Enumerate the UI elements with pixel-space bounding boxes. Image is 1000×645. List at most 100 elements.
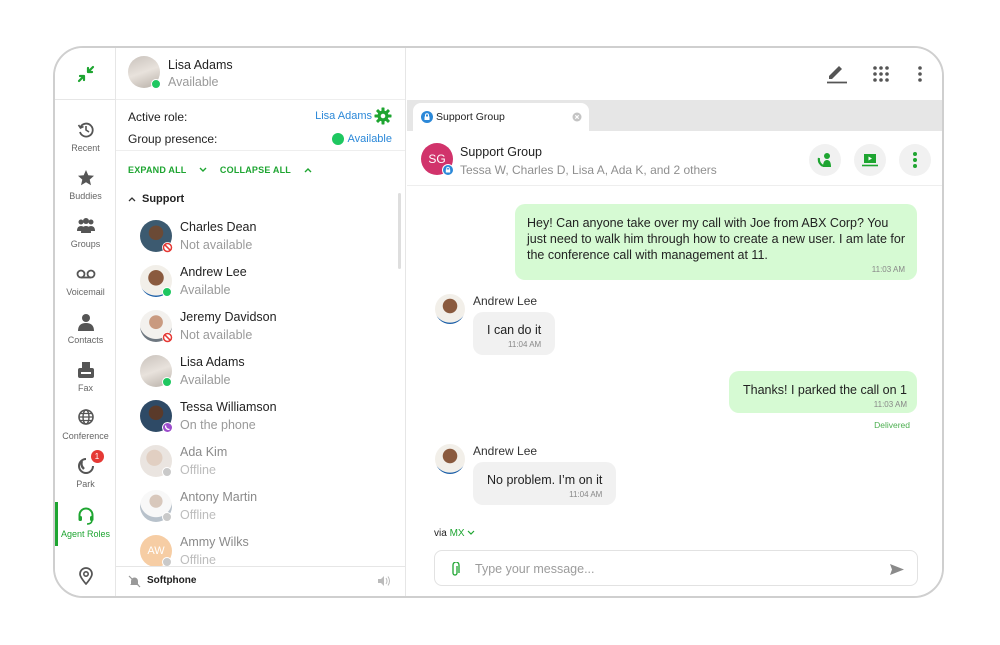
notifications-muted-button[interactable] bbox=[127, 574, 141, 588]
sender-avatar bbox=[435, 294, 465, 324]
presence-available-icon bbox=[162, 287, 172, 297]
chevron-down-icon bbox=[199, 167, 207, 172]
nav-item-voicemail[interactable]: Voicemail bbox=[55, 264, 116, 310]
more-options-button[interactable] bbox=[916, 65, 924, 83]
person-icon bbox=[77, 314, 94, 331]
pencil-icon bbox=[827, 66, 847, 84]
tab-bar: Support Group bbox=[407, 100, 942, 131]
contact-item[interactable]: Jeremy Davidson Not available bbox=[140, 308, 390, 352]
contact-name: Andrew Lee bbox=[180, 265, 247, 279]
contact-item[interactable]: Tessa Williamson On the phone bbox=[140, 398, 390, 442]
contact-item[interactable]: Lisa Adams Available bbox=[140, 353, 390, 397]
attach-button[interactable] bbox=[449, 561, 461, 577]
compose-button[interactable] bbox=[826, 64, 848, 84]
speaker-button[interactable] bbox=[377, 575, 391, 587]
presence-dnd-icon bbox=[162, 332, 173, 343]
my-name: Lisa Adams bbox=[168, 58, 233, 72]
park-badge: 1 bbox=[90, 450, 104, 463]
nav-label: Recent bbox=[71, 143, 100, 153]
nav-item-park[interactable]: 1 Park bbox=[55, 450, 116, 502]
message-bubble-incoming: No problem. I’m on it 11:04 AM bbox=[473, 462, 617, 505]
chevron-up-icon bbox=[304, 168, 312, 173]
message-text: I can do it bbox=[487, 323, 542, 337]
group-call-button[interactable] bbox=[809, 144, 841, 176]
presence-available-icon bbox=[332, 133, 344, 145]
contact-status: Offline bbox=[180, 508, 216, 522]
nav-item-contacts[interactable]: Contacts bbox=[55, 312, 116, 358]
presence-available-icon bbox=[151, 79, 161, 89]
app-window: Recent Buddies Groups Voicemail Contacts… bbox=[53, 46, 944, 598]
nav-label: Agent Roles bbox=[60, 529, 111, 539]
presence-dnd-icon bbox=[162, 242, 173, 253]
collapse-button[interactable] bbox=[55, 48, 116, 100]
message-bubble-outgoing: Hey! Can anyone take over my call with J… bbox=[515, 204, 917, 280]
conversation-more-button[interactable] bbox=[899, 144, 931, 176]
message-bubble-incoming: I can do it 11:04 AM bbox=[473, 312, 556, 355]
via-selector[interactable]: MX bbox=[450, 528, 476, 539]
contact-status: Available bbox=[180, 283, 231, 297]
bell-muted-icon bbox=[128, 575, 140, 587]
presence-offline-icon bbox=[162, 512, 172, 522]
contact-name: Charles Dean bbox=[180, 220, 257, 234]
nav-item-buddies[interactable]: Buddies bbox=[55, 168, 116, 214]
tab-support-group[interactable]: Support Group bbox=[413, 103, 589, 131]
expand-all-button[interactable]: EXPAND ALL bbox=[128, 165, 207, 175]
contact-name: Ammy Wilks bbox=[180, 535, 249, 549]
conversation-name: Support Group bbox=[460, 145, 542, 159]
contact-item[interactable]: Andrew Lee Available bbox=[140, 263, 390, 307]
message-sender: Andrew Lee bbox=[473, 294, 538, 308]
softphone-bar: Softphone bbox=[116, 566, 405, 596]
contact-status: Not available bbox=[180, 328, 253, 342]
screen-share-button[interactable] bbox=[854, 144, 886, 176]
chevron-down-icon bbox=[467, 530, 475, 535]
close-tab-button[interactable] bbox=[572, 112, 582, 122]
group-header-support[interactable]: Support bbox=[128, 193, 184, 205]
collapse-all-button[interactable]: COLLAPSE ALL bbox=[220, 165, 312, 175]
nav-label: Conference bbox=[62, 431, 109, 441]
nav-item-agent-roles[interactable]: Agent Roles bbox=[55, 502, 116, 552]
send-button[interactable] bbox=[889, 562, 905, 576]
contact-status: Not available bbox=[180, 238, 253, 252]
tab-label: Support Group bbox=[436, 111, 505, 123]
contacts-scrollbar[interactable] bbox=[398, 193, 401, 269]
history-icon bbox=[77, 122, 94, 138]
message-time: 11:03 AM bbox=[871, 265, 905, 274]
globe-icon bbox=[77, 409, 94, 425]
message-input[interactable] bbox=[475, 559, 875, 579]
nav-item-recent[interactable]: Recent bbox=[55, 120, 116, 166]
paperclip-icon bbox=[452, 561, 460, 576]
group-presence-value[interactable]: Available bbox=[348, 133, 392, 145]
contact-name: Antony Martin bbox=[180, 490, 258, 504]
contact-item[interactable]: Ada Kim Offline bbox=[140, 443, 390, 487]
my-profile[interactable]: Lisa Adams Available bbox=[116, 48, 405, 100]
nav-item-groups[interactable]: Groups bbox=[55, 216, 116, 262]
active-role-value[interactable]: Lisa Adams bbox=[315, 110, 372, 122]
via-label: via bbox=[434, 528, 447, 539]
contact-status: On the phone bbox=[180, 418, 256, 432]
contact-status: Offline bbox=[180, 463, 216, 477]
gear-icon bbox=[374, 107, 392, 125]
contact-status: Available bbox=[180, 373, 231, 387]
message-text: Hey! Can anyone take over my call with J… bbox=[527, 216, 905, 262]
contact-status: Offline bbox=[180, 553, 216, 567]
message-bubble-outgoing: Thanks! I parked the call on 1 11:03 AM bbox=[729, 371, 917, 413]
group-name: Support bbox=[142, 193, 185, 205]
nav-label: Park bbox=[76, 479, 95, 489]
dialpad-button[interactable] bbox=[872, 65, 890, 83]
nav-item-fax[interactable]: Fax bbox=[55, 360, 116, 406]
agent-roles-section: Active role: Lisa Adams Group presence: … bbox=[116, 101, 405, 151]
contact-name: Lisa Adams bbox=[180, 355, 245, 369]
message-text: No problem. I’m on it bbox=[487, 473, 603, 487]
chat-area: Support Group SG Support Group Tessa W, … bbox=[407, 48, 942, 596]
expand-all-label: EXPAND ALL bbox=[128, 165, 187, 175]
collapse-all-label: COLLAPSE ALL bbox=[219, 165, 291, 175]
role-settings-button[interactable] bbox=[374, 107, 392, 125]
contact-item[interactable]: Antony Martin Offline bbox=[140, 488, 390, 532]
presence-offline-icon bbox=[162, 467, 172, 477]
contact-item[interactable]: Charles Dean Not available bbox=[140, 218, 390, 262]
fax-icon bbox=[77, 362, 94, 378]
contact-name: Ada Kim bbox=[180, 445, 228, 459]
location-button[interactable] bbox=[76, 566, 96, 586]
nav-item-conference[interactable]: Conference bbox=[55, 408, 116, 454]
more-vertical-icon bbox=[913, 152, 917, 168]
